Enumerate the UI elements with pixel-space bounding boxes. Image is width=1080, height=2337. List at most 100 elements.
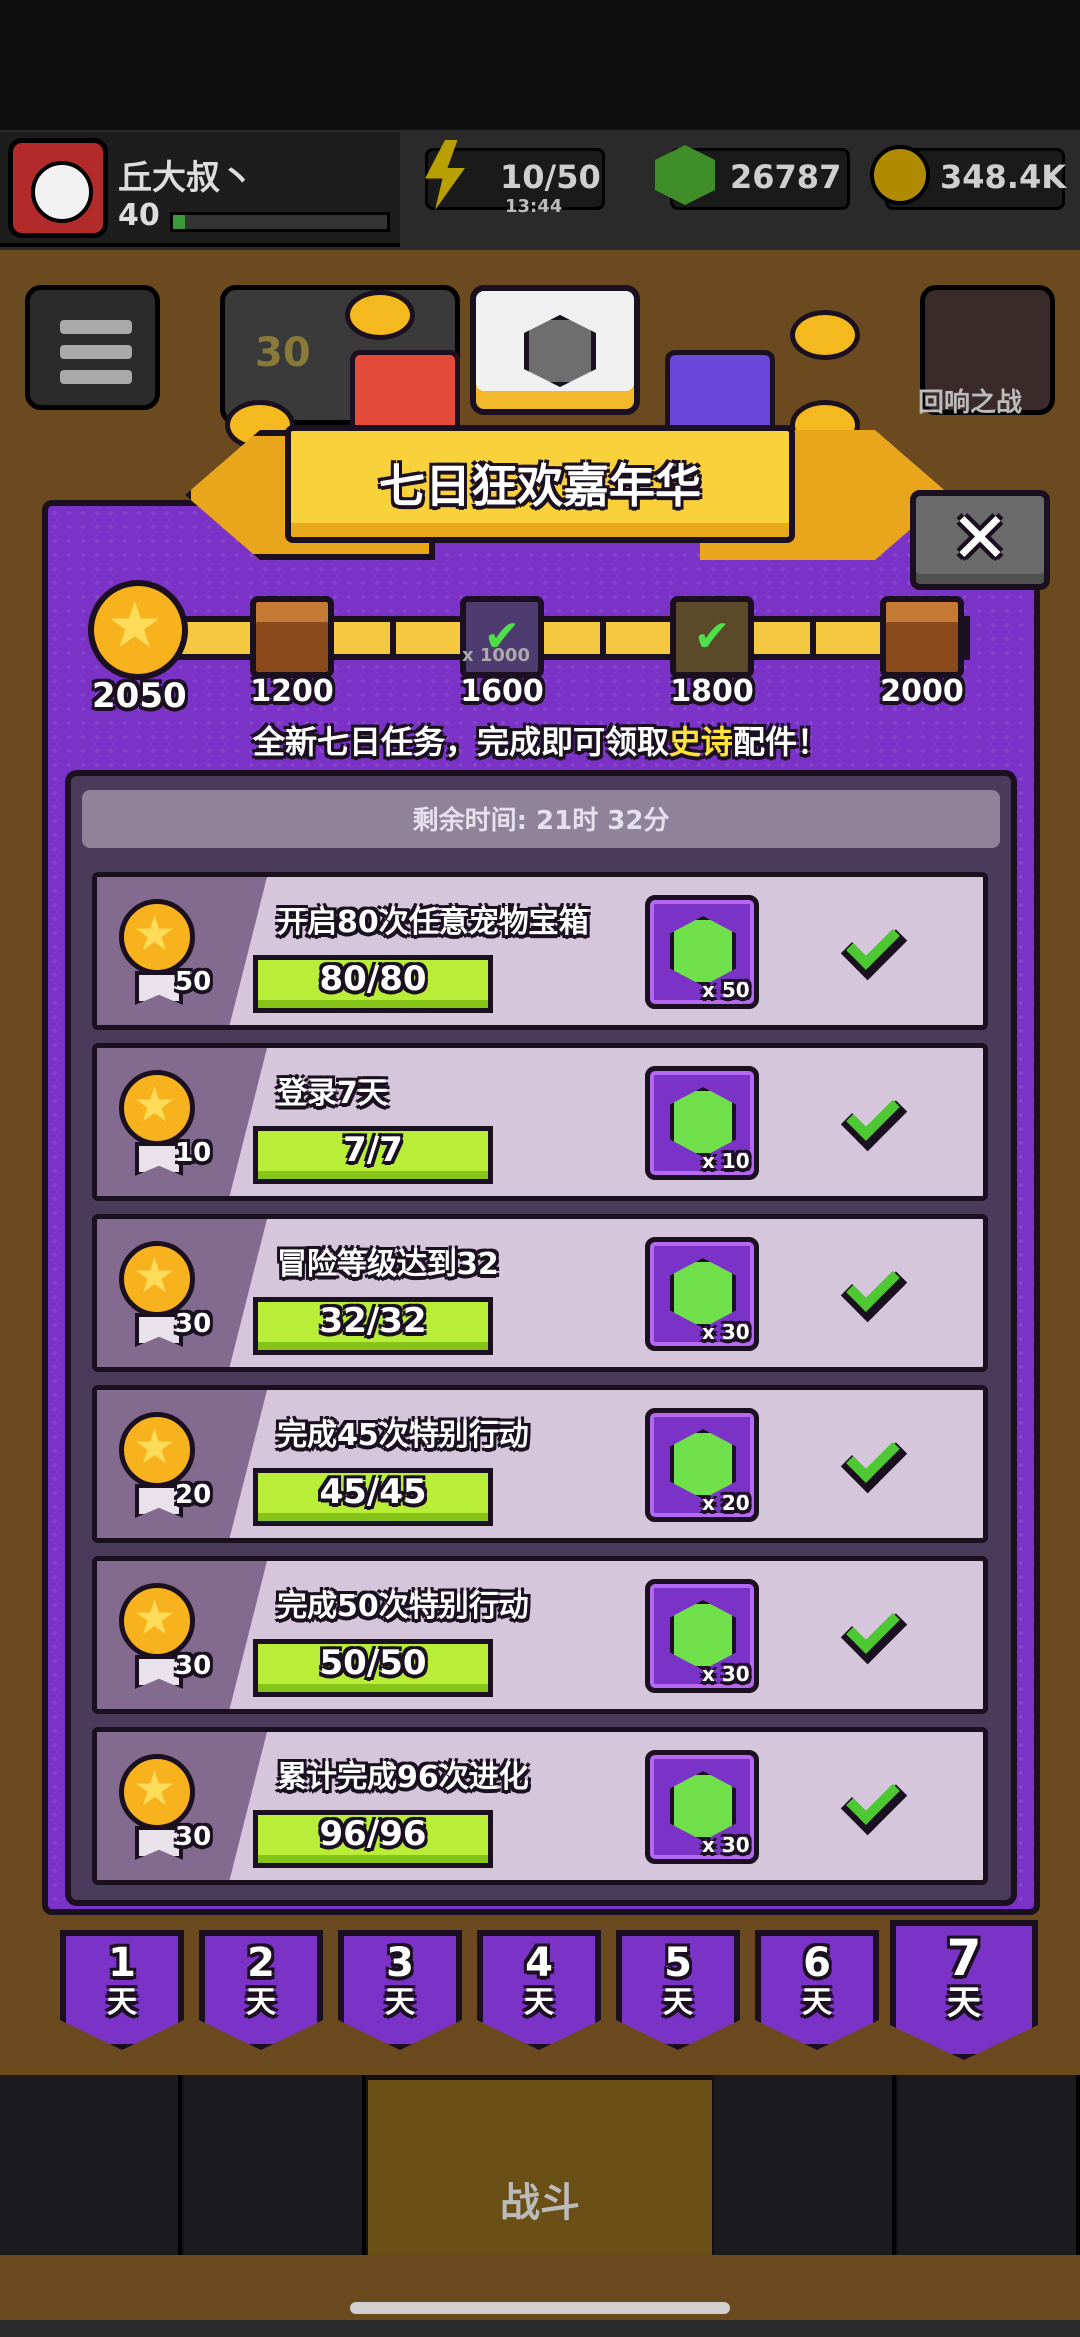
chest-icon[interactable] — [250, 596, 334, 678]
check-icon — [845, 1251, 915, 1311]
nav-talent[interactable] — [714, 2075, 896, 2255]
energy-timer: 13:44 — [505, 196, 563, 217]
check-icon: ✔ — [670, 596, 754, 678]
check-icon — [845, 1080, 915, 1140]
gem-value: 26787 — [730, 158, 842, 196]
task-title: 完成50次特别行动 — [277, 1589, 529, 1624]
reward-quantity: x 20 — [702, 1491, 750, 1515]
nav-shop[interactable] — [0, 2075, 182, 2255]
check-icon — [845, 1422, 915, 1482]
check-icon — [845, 1764, 915, 1824]
task-row: 30 累计完成96次进化 96/96 x 30 — [92, 1727, 988, 1885]
coin-decoration — [345, 290, 415, 340]
task-title: 累计完成96次进化 — [277, 1760, 529, 1795]
task-title: 完成45次特别行动 — [277, 1418, 529, 1453]
day-unit: 天 — [663, 1985, 693, 2020]
gem-icon — [670, 1087, 736, 1157]
gem-icon — [670, 1429, 736, 1499]
day-number: 7 — [946, 1929, 982, 1987]
coin-decoration — [790, 310, 860, 360]
star-icon — [119, 1070, 195, 1146]
gem-icon — [670, 1600, 736, 1670]
day-unit: 天 — [246, 1985, 276, 2020]
level-badge-value: 30 — [255, 330, 311, 376]
treasure-box-icon — [470, 285, 640, 415]
reward-slot[interactable]: x 30 — [645, 1237, 759, 1351]
day-number: 6 — [803, 1940, 831, 1986]
reward-slot[interactable]: x 30 — [645, 1579, 759, 1693]
coin-value: 348.4K — [940, 158, 1067, 196]
chest-icon[interactable] — [880, 596, 964, 678]
echo-battle-label: 回响之战 — [918, 388, 1023, 418]
reward-quantity: x 30 — [702, 1833, 750, 1857]
menu-icon-line — [60, 345, 132, 359]
task-row: 10 登录7天 7/7 x 10 — [92, 1043, 988, 1201]
day-unit: 天 — [385, 1985, 415, 2020]
milestone-label: 1800 — [670, 674, 754, 709]
subtitle-text: 全新七日任务，完成即可领取 — [252, 723, 669, 761]
reward-slot[interactable]: x 30 — [645, 1750, 759, 1864]
check-icon — [845, 909, 915, 969]
track-divider — [810, 616, 816, 660]
task-title: 冒险等级达到32 — [277, 1247, 499, 1282]
menu-icon — [60, 320, 132, 334]
task-row: 20 完成45次特别行动 45/45 x 20 — [92, 1385, 988, 1543]
day-number: 4 — [525, 1940, 553, 1986]
coin-icon — [870, 145, 930, 205]
star-icon: ★ — [88, 580, 188, 680]
day-unit: 天 — [802, 1985, 832, 2020]
gem-icon — [670, 1258, 736, 1328]
player-name: 丘大叔丶 — [118, 158, 254, 198]
task-progress: 50/50 — [319, 1643, 427, 1683]
task-row: 30 完成50次特别行动 50/50 x 30 — [92, 1556, 988, 1714]
day-unit: 天 — [524, 1985, 554, 2020]
nav-battle[interactable] — [368, 2080, 712, 2255]
task-points: 30 — [175, 1651, 212, 1681]
task-points: 50 — [175, 967, 212, 997]
task-row: 30 冒险等级达到32 32/32 x 30 — [92, 1214, 988, 1372]
star-icon — [119, 1583, 195, 1659]
star-icon — [119, 1754, 195, 1830]
home-indicator — [350, 2302, 730, 2314]
player-avatar[interactable] — [8, 138, 108, 238]
star-icon — [119, 1241, 195, 1317]
xp-bar — [170, 212, 390, 232]
milestone-label: 1600 — [460, 674, 544, 709]
menu-button[interactable] — [25, 285, 160, 410]
reward-slot[interactable]: x 50 — [645, 895, 759, 1009]
task-progress: 45/45 — [319, 1472, 427, 1512]
close-icon[interactable]: ✕ — [910, 490, 1050, 590]
event-subtitle: 全新七日任务，完成即可领取史诗配件！ — [42, 717, 1040, 763]
track-divider — [600, 616, 606, 660]
day-unit: 天 — [107, 1985, 137, 2020]
nav-gear[interactable] — [184, 2075, 366, 2255]
day-number: 1 — [108, 1940, 136, 1986]
task-progress: 7/7 — [343, 1130, 403, 1170]
gem-icon — [670, 916, 736, 986]
reward-quantity: x 10 — [702, 1149, 750, 1173]
milestone-label: 2000 — [880, 674, 964, 709]
milestone-label: 1200 — [250, 674, 334, 709]
reward-slot[interactable]: x 10 — [645, 1066, 759, 1180]
player-level: 40 — [118, 198, 160, 233]
reward-quantity: x 30 — [702, 1662, 750, 1686]
reward-slot[interactable]: x 20 — [645, 1408, 759, 1522]
nav-battle-label: 战斗 — [500, 2180, 580, 2226]
event-score: 2050 — [92, 676, 187, 716]
energy-value: 10/50 — [500, 158, 601, 196]
remaining-time: 剩余时间: 21时 32分 — [412, 806, 670, 836]
star-icon — [119, 1412, 195, 1488]
subtitle-highlight: 史诗 — [668, 723, 733, 761]
subtitle-text-end: 配件！ — [733, 723, 830, 761]
track-divider — [390, 616, 396, 660]
reward-quantity: x 30 — [702, 1320, 750, 1344]
reward-quantity: x 50 — [702, 978, 750, 1002]
milestone-badge: x 1000 — [462, 645, 530, 666]
day-unit: 天 — [947, 1983, 981, 2023]
day-number: 2 — [247, 1940, 275, 1986]
task-progress: 80/80 — [319, 959, 427, 999]
gem-icon — [670, 1771, 736, 1841]
top-strip — [0, 0, 1080, 130]
nav-evolve[interactable] — [898, 2075, 1080, 2255]
task-progress: 96/96 — [319, 1814, 427, 1854]
